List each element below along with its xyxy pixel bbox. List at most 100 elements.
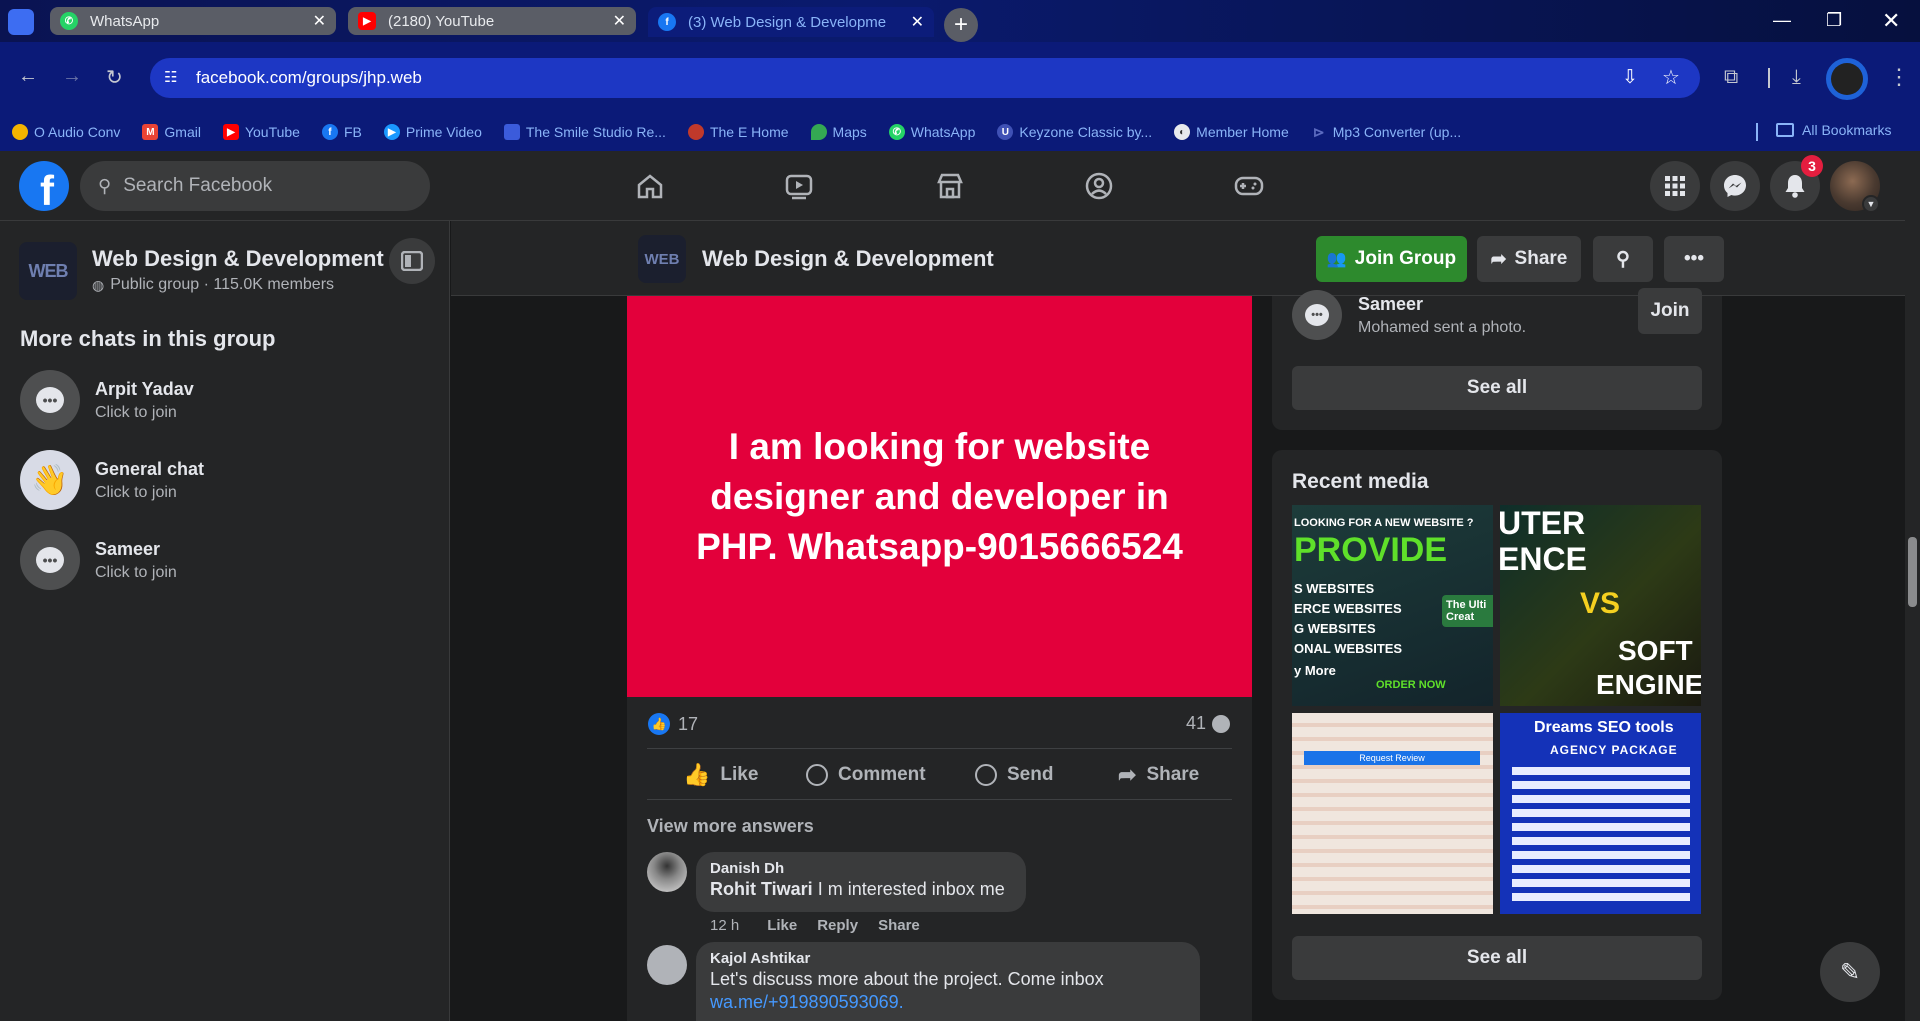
- share-arrow-icon: ➦: [1118, 762, 1137, 787]
- chat-item-sameer[interactable]: ••• Sameer Mohamed sent a photo.: [1292, 290, 1526, 340]
- more-options-button[interactable]: •••: [1664, 236, 1724, 282]
- address-bar[interactable]: ☷ facebook.com/groups/jhp.web ⇩ ☆: [150, 58, 1700, 98]
- comment-button[interactable]: Comment: [806, 760, 926, 790]
- reaction-summary[interactable]: 👍 17: [648, 713, 698, 735]
- bookmark-keyzone[interactable]: U Keyzone Classic by...: [997, 124, 1152, 140]
- comment-reply-link[interactable]: Reply: [817, 917, 858, 934]
- bookmark-smile-studio[interactable]: The Smile Studio Re...: [503, 124, 666, 140]
- menu-grid-button[interactable]: [1650, 161, 1700, 211]
- more-dots-icon: •••: [1684, 248, 1704, 269]
- share-button[interactable]: ➦ Share: [1118, 760, 1199, 790]
- join-group-button[interactable]: 👥 Join Group: [1316, 236, 1467, 282]
- share-group-button[interactable]: ➦ Share: [1477, 236, 1581, 282]
- tab-search-icon[interactable]: [8, 9, 34, 35]
- groups-nav-icon[interactable]: [1083, 170, 1115, 202]
- window-close-icon[interactable]: ✕: [1882, 8, 1900, 34]
- e-home-icon: [687, 124, 704, 140]
- group-name[interactable]: Web Design & Development: [92, 246, 384, 272]
- like-button[interactable]: 👍 Like: [683, 760, 758, 790]
- bookmark-e-home[interactable]: The E Home: [687, 124, 789, 140]
- all-bookmarks[interactable]: All Bookmarks: [1776, 122, 1891, 138]
- reload-icon[interactable]: ↻: [106, 65, 123, 90]
- chats-heading: More chats in this group: [20, 326, 276, 351]
- see-all-media-button[interactable]: See all: [1292, 936, 1702, 980]
- view-more-answers-link[interactable]: View more answers: [647, 816, 814, 837]
- bookmark-youtube[interactable]: ▶ YouTube: [222, 124, 300, 140]
- minimize-icon[interactable]: —: [1773, 10, 1791, 31]
- chat-item-general-chat[interactable]: 👋 General chat Click to join: [20, 450, 204, 510]
- media-thumb-review-screenshot[interactable]: Request Review: [1292, 713, 1493, 914]
- new-tab-button[interactable]: +: [944, 8, 978, 42]
- bookmark-member-home[interactable]: ◐ Member Home: [1174, 124, 1289, 140]
- media-thumb-seo-tools[interactable]: Dreams SEO tools AGENCY PACKAGE: [1500, 713, 1701, 914]
- comment-share-link[interactable]: Share: [878, 917, 920, 934]
- comment-author[interactable]: Kajol Ashtikar: [710, 950, 1186, 967]
- tab-facebook-group[interactable]: f (3) Web Design & Developme ✕: [648, 7, 934, 37]
- comment-author[interactable]: Danish Dh: [710, 860, 1012, 877]
- site-info-icon[interactable]: ☷: [164, 68, 186, 88]
- restore-icon[interactable]: ❐: [1826, 10, 1842, 31]
- bookmark-star-icon[interactable]: ☆: [1662, 65, 1680, 90]
- comment-mention[interactable]: Rohit Tiwari: [710, 879, 813, 899]
- avatar[interactable]: [647, 852, 687, 892]
- video-nav-icon[interactable]: [783, 170, 815, 202]
- tab-youtube[interactable]: ▶ (2180) YouTube ✕: [348, 7, 636, 35]
- media-thumb-website-ad[interactable]: LOOKING FOR A NEW WEBSITE ? PROVIDE S WE…: [1292, 505, 1493, 706]
- bookmark-mp3-converter[interactable]: ⊳ Mp3 Converter (up...: [1311, 124, 1461, 141]
- group-logo-small[interactable]: WEB: [638, 235, 686, 283]
- bookmark-prime-video[interactable]: ▶ Prime Video: [383, 124, 482, 140]
- bookmark-maps[interactable]: Maps: [810, 124, 867, 140]
- home-nav-icon[interactable]: [634, 170, 666, 202]
- comment-meta: 12 h Like Reply Share: [710, 917, 920, 934]
- see-all-chats-button[interactable]: See all: [1292, 366, 1702, 410]
- bookmark-audio-converter[interactable]: O Audio Conv: [12, 124, 120, 140]
- bookmark-gmail[interactable]: M Gmail: [142, 124, 201, 140]
- comment-icon: [806, 764, 828, 786]
- globe-icon: ◐: [1174, 124, 1191, 140]
- comment-text: Rohit Tiwari I m interested inbox me: [710, 879, 1005, 899]
- close-icon[interactable]: ✕: [613, 11, 626, 31]
- profile-avatar[interactable]: [1826, 58, 1868, 100]
- comment-like-link[interactable]: Like: [767, 917, 797, 934]
- close-icon[interactable]: ✕: [911, 12, 924, 32]
- chat-item-arpit-yadav[interactable]: ••• Arpit Yadav Click to join: [20, 370, 194, 430]
- media-thumb-computer-vs-software[interactable]: UTER ENCE VS SOFT ENGINE: [1500, 505, 1701, 706]
- comment-text: Let's discuss more about the project. Co…: [710, 969, 1104, 989]
- close-icon[interactable]: ✕: [313, 11, 326, 31]
- group-logo[interactable]: WEB: [19, 242, 77, 300]
- post-image[interactable]: I am looking for website designer and de…: [627, 296, 1252, 697]
- downloads-icon[interactable]: ⤓: [1792, 66, 1801, 89]
- comment-link[interactable]: wa.me/+919890593069.: [710, 992, 1186, 1013]
- tab-whatsapp[interactable]: ✆ WhatsApp ✕: [50, 7, 336, 35]
- collapse-sidebar-button[interactable]: [389, 238, 435, 284]
- bell-icon: [1785, 175, 1805, 198]
- messenger-button[interactable]: [1710, 161, 1760, 211]
- new-message-button[interactable]: ✎: [1820, 942, 1880, 1002]
- facebook-logo[interactable]: f: [19, 161, 69, 211]
- tab-title: (2180) YouTube: [388, 12, 495, 30]
- forward-icon[interactable]: →: [62, 65, 82, 88]
- comment-count[interactable]: 41: [1186, 713, 1231, 734]
- scrollbar-thumb[interactable]: [1908, 537, 1917, 607]
- extensions-icon[interactable]: ⧉: [1724, 66, 1738, 89]
- marketplace-nav-icon[interactable]: [934, 170, 966, 202]
- bookmark-fb[interactable]: f FB: [321, 124, 362, 140]
- divider: [647, 748, 1232, 749]
- group-search-button[interactable]: ⚲: [1593, 236, 1653, 282]
- facebook-search-input[interactable]: ⚲ Search Facebook: [80, 161, 430, 211]
- notification-badge: 3: [1801, 155, 1823, 177]
- join-chat-button[interactable]: Join: [1638, 288, 1702, 334]
- account-chevron-down-icon[interactable]: ▼: [1862, 195, 1880, 213]
- back-icon[interactable]: ←: [18, 65, 38, 88]
- comment-time[interactable]: 12 h: [710, 917, 739, 934]
- gaming-nav-icon[interactable]: [1233, 170, 1265, 202]
- recent-media-heading: Recent media: [1292, 470, 1429, 493]
- group-title[interactable]: Web Design & Development: [702, 246, 994, 272]
- browser-menu-icon[interactable]: ⋮: [1888, 64, 1910, 90]
- chat-item-sameer[interactable]: ••• Sameer Click to join: [20, 530, 177, 590]
- avatar[interactable]: [647, 945, 687, 985]
- install-app-icon[interactable]: ⇩: [1622, 66, 1638, 89]
- bookmark-whatsapp[interactable]: ✆ WhatsApp: [888, 124, 975, 140]
- whatsapp-icon: ✆: [888, 124, 905, 140]
- send-button[interactable]: Send: [975, 760, 1053, 790]
